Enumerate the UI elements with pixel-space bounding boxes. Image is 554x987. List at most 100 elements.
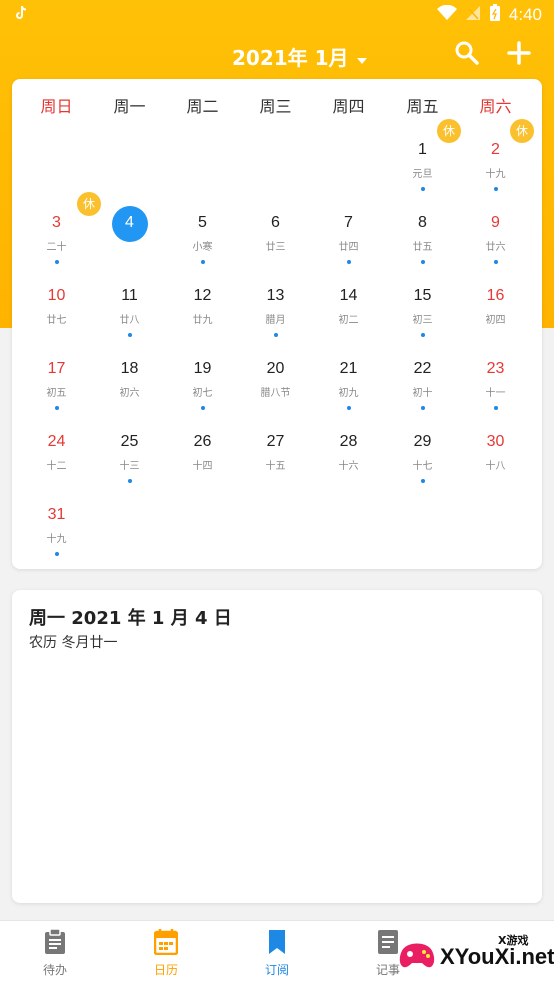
day-number: 15 [413,287,432,304]
day-number: 14 [339,287,358,304]
month-selector[interactable]: 2021年 1月 [232,42,367,71]
day-number: 26 [193,433,212,450]
lunar-date: 初七 [192,388,213,399]
calendar-day[interactable]: 10 廿七 [20,279,93,352]
lunar-date: 十八 [485,461,506,472]
event-dot [494,260,498,264]
weekday-label: 周六 [479,97,512,116]
event-dot [421,187,425,191]
event-dot [494,187,498,191]
lunar-date: 廿五 [412,242,433,253]
lunar-date: 十五 [265,461,286,472]
event-dot [274,333,278,337]
calendar-day[interactable]: 15 初三 [386,279,459,352]
day-number: 28 [339,433,358,450]
calendar-day[interactable]: 12 廿九 [166,279,239,352]
nav-todo[interactable]: 待办 [0,928,110,978]
weekday-label: 周三 [259,97,292,116]
day-number: 20 [266,360,285,377]
calendar-day[interactable]: 16 初四 [459,279,532,352]
weekday-label: 周五 [406,97,439,116]
lunar-date: 十二 [46,461,67,472]
calendar-day[interactable]: 25 十三 [93,425,166,498]
weekday-row: 周日 周一 周二 周三 周四 周五 周六 [12,79,542,127]
selected-date-title: 周一 2021 年 1 月 4 日 [29,608,232,629]
lunar-date: 小寒 [192,242,213,253]
calendar-day[interactable]: 9 廿六 [459,206,532,279]
event-dot [421,406,425,410]
weekday-label: 周一 [113,97,146,116]
event-dot [128,479,132,483]
weekday-label: 周日 [40,97,73,116]
calendar-day[interactable]: 4 [93,206,166,279]
lunar-date: 腊八节 [260,388,291,399]
plus-icon[interactable] [506,40,532,66]
nav-calendar[interactable]: 日历 [111,929,221,978]
lunar-date: 初二 [338,315,359,326]
calendar-day[interactable]: 13 腊月 [239,279,312,352]
day-number: 7 [344,214,353,231]
event-dot [421,260,425,264]
nav-subscribe-label: 订阅 [264,963,289,977]
lunar-date: 二十 [46,242,67,253]
calendar-day[interactable]: 5 小寒 [166,206,239,279]
rest-day-badge: 休 [437,119,461,143]
lunar-date: 初四 [485,315,506,326]
status-bar: 4:40 [0,0,554,30]
lunar-date: 廿四 [338,242,359,253]
selected-date-lunar: 农历 冬月廿一 [29,635,118,651]
calendar-day[interactable]: 21 初九 [312,352,385,425]
calendar-day[interactable]: 6 廿三 [239,206,312,279]
calendar-day[interactable]: 28 十六 [312,425,385,498]
calendar-day[interactable]: 26 十四 [166,425,239,498]
lunar-date: 十七 [412,461,433,472]
status-time: 4:40 [508,5,542,24]
battery-icon [489,4,501,26]
wifi-icon [436,4,457,25]
calendar-day[interactable]: 24 十二 [20,425,93,498]
search-icon[interactable] [454,40,480,66]
day-number: 3 [52,214,61,231]
calendar-day[interactable]: 18 初六 [93,352,166,425]
signal-icon [465,5,481,25]
calendar-day[interactable]: 29 十七 [386,425,459,498]
lunar-date: 十三 [119,461,140,472]
calendar-day[interactable]: 8 廿五 [386,206,459,279]
calendar-day[interactable]: 20 腊八节 [239,352,312,425]
day-number: 29 [413,433,432,450]
day-number: 13 [266,287,285,304]
event-dot [201,406,205,410]
calendar-day[interactable]: 23 十一 [459,352,532,425]
calendar-day[interactable]: 19 初七 [166,352,239,425]
calendar-day[interactable]: 14 初二 [312,279,385,352]
day-number: 16 [486,287,505,304]
lunar-date: 十一 [485,388,506,399]
calendar-day[interactable]: 17 初五 [20,352,93,425]
calendar-day[interactable]: 11 廿八 [93,279,166,352]
nav-subscribe[interactable]: 订阅 [222,929,332,978]
event-dot [55,552,59,556]
calendar-day[interactable]: 7 廿四 [312,206,385,279]
calendar-day[interactable]: 2 十九 休 [459,119,534,206]
lunar-date: 十九 [485,169,506,180]
month-title: 2021年 1月 [232,46,349,70]
event-dot [421,479,425,483]
event-dot [201,260,205,264]
lunar-date: 初九 [338,388,359,399]
lunar-date: 初三 [412,315,433,326]
lunar-date: 廿七 [46,315,67,326]
nav-calendar-label: 日历 [153,963,178,977]
lunar-date: 腊月 [265,315,286,326]
bookmark-icon [265,929,289,955]
calendar-day[interactable]: 27 十五 [239,425,312,498]
event-dot [55,260,59,264]
calendar-day[interactable]: 1 元旦 休 [386,119,461,206]
calendar-day[interactable]: 31 十九 [20,498,93,571]
calendar-day[interactable]: 22 初十 [386,352,459,425]
calendar-day[interactable]: 30 十八 [459,425,532,498]
lunar-date: 十四 [192,461,213,472]
event-dot [494,406,498,410]
day-number: 1 [418,141,427,158]
watermark-text: XYouXi.net [440,944,554,969]
calendar-day[interactable]: 3 二十休 [20,192,101,279]
